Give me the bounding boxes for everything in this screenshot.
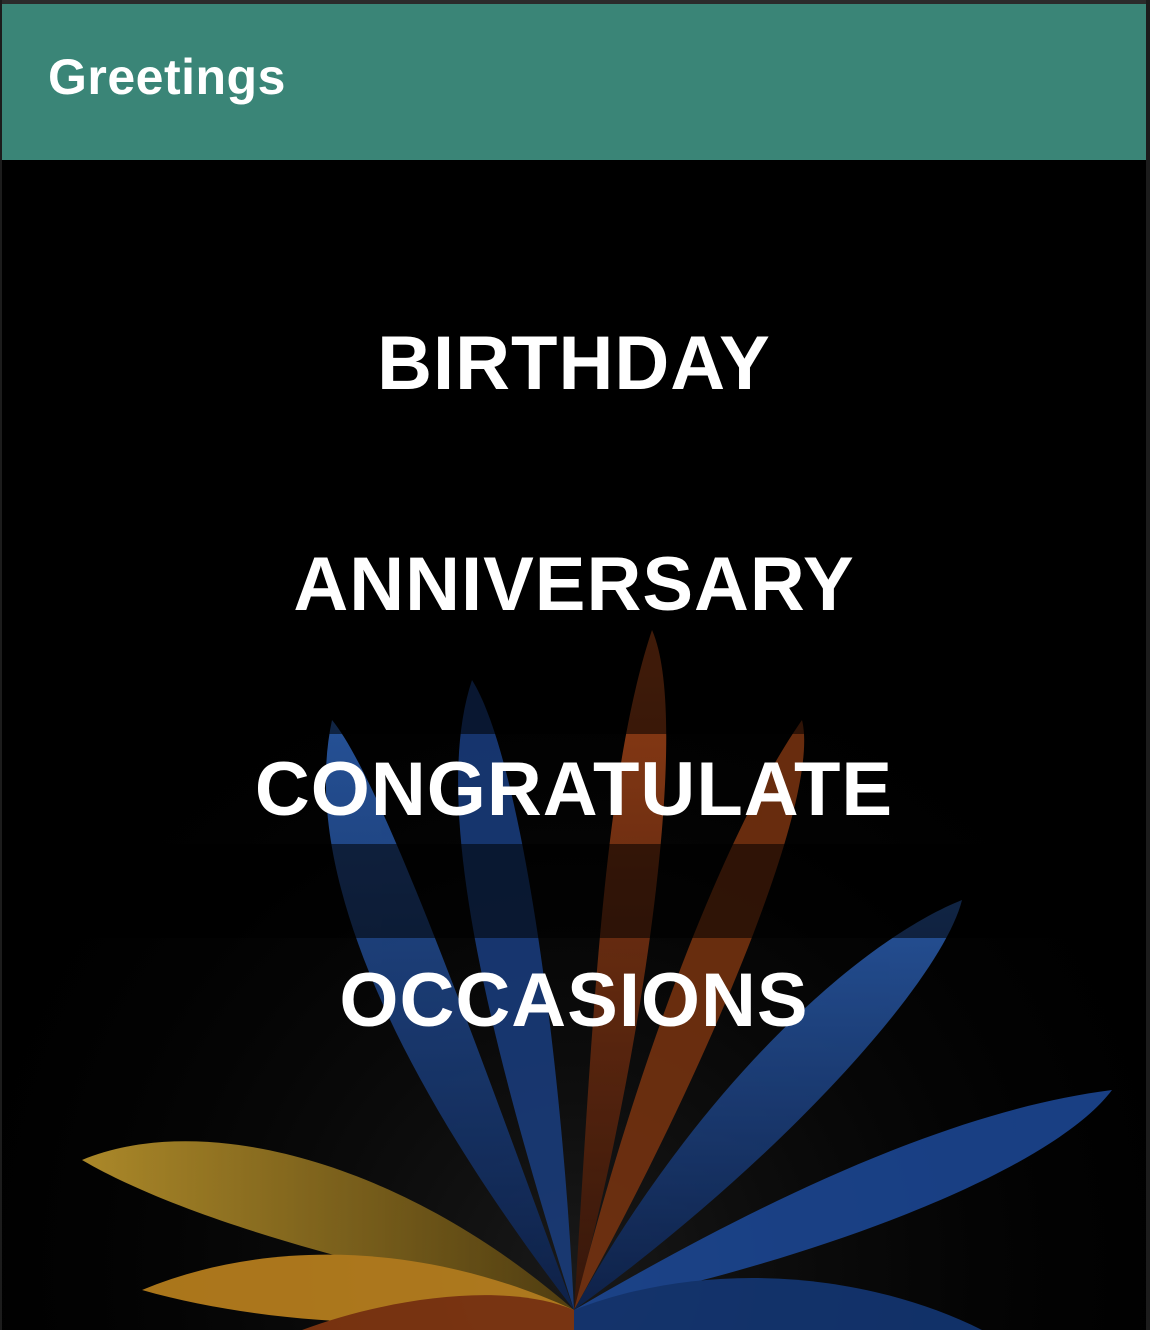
app-screen: Greetings BIRTHDAY ANNIVERSARY CONGRATUL… — [0, 0, 1150, 1330]
menu-item-label: CONGRATULATE — [254, 746, 894, 832]
menu-item-label: OCCASIONS — [339, 957, 809, 1043]
greetings-menu: BIRTHDAY ANNIVERSARY CONGRATULATE OCCASI… — [2, 160, 1146, 1330]
menu-item-occasions[interactable]: OCCASIONS — [2, 945, 1146, 1055]
menu-item-congratulate[interactable]: CONGRATULATE — [2, 734, 1146, 844]
window-border — [1146, 0, 1150, 1330]
app-title: Greetings — [48, 49, 286, 105]
menu-item-anniversary[interactable]: ANNIVERSARY — [2, 529, 1146, 639]
main-content: BIRTHDAY ANNIVERSARY CONGRATULATE OCCASI… — [2, 160, 1146, 1330]
menu-item-label: ANNIVERSARY — [293, 541, 855, 627]
menu-item-label: BIRTHDAY — [377, 320, 771, 406]
window-border — [0, 0, 2, 1330]
app-bar: Greetings — [2, 4, 1146, 160]
menu-item-birthday[interactable]: BIRTHDAY — [2, 308, 1146, 418]
